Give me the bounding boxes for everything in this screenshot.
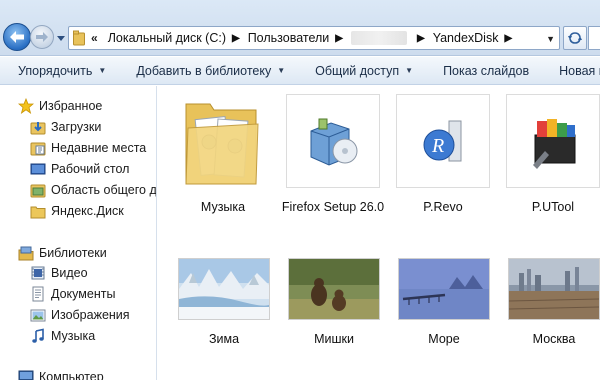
video-library-icon [30, 265, 46, 281]
desktop-icon [30, 161, 46, 177]
moscow-city-image [509, 259, 599, 319]
nav-computer[interactable]: Компьютер [18, 367, 104, 380]
photo-item-name: Мишки [314, 332, 354, 346]
photo-item-name: Зима [208, 332, 240, 346]
breadcrumb-yandexdisk[interactable]: YandexDisk [433, 31, 499, 45]
file-item-name: Музыка [200, 200, 246, 214]
organize-button[interactable]: Упорядочить ▼ [18, 57, 106, 84]
organize-label: Упорядочить [18, 63, 93, 78]
refresh-button[interactable] [563, 26, 587, 50]
photo-thumbnail [178, 258, 270, 320]
nav-documents[interactable]: Документы [30, 284, 115, 304]
address-path-box[interactable]: « Локальный диск (C:) ▶ Пользователи ▶ ▶… [68, 26, 560, 50]
breadcrumb-separator-icon[interactable]: ▶ [232, 33, 240, 44]
breadcrumb-local-disk[interactable]: Локальный диск (C:) [108, 31, 226, 45]
file-item-name: P.Revo [423, 200, 463, 214]
nav-video[interactable]: Видео [30, 263, 88, 283]
nav-music[interactable]: Музыка [30, 326, 95, 346]
file-list-pane[interactable]: Музыка Firefox Setup 26.0 R P.Revo P.UTo… [158, 86, 600, 380]
navigation-pane[interactable]: Избранное Загрузки Недавние места Рабочи… [0, 86, 157, 380]
nav-shared-area[interactable]: Область общего дс [30, 180, 157, 200]
share-button[interactable]: Общий доступ ▼ [315, 57, 413, 84]
share-label: Общий доступ [315, 63, 400, 78]
add-to-library-label: Добавить в библиотеку [136, 63, 272, 78]
breadcrumb-user-redacted[interactable] [350, 31, 407, 45]
nav-video-label: Видео [51, 266, 88, 280]
breadcrumb-separator-icon[interactable]: ▶ [504, 33, 512, 44]
new-folder-button[interactable]: Новая папк [559, 57, 600, 84]
nav-desktop[interactable]: Рабочий стол [30, 159, 129, 179]
downloads-folder-icon [30, 119, 46, 135]
libraries-icon [18, 245, 34, 261]
address-history-dropdown-icon[interactable]: ▼ [546, 34, 555, 44]
file-thumbnail-frame: R [396, 94, 490, 188]
folder-icon [30, 203, 46, 219]
winter-landscape-image [179, 259, 269, 319]
file-item-name: P.UTool [531, 200, 575, 214]
svg-text:R: R [431, 135, 444, 157]
add-to-library-button[interactable]: Добавить в библиотеку ▼ [136, 57, 285, 84]
photo-item-name: Море [428, 332, 460, 346]
photo-thumbnail [288, 258, 380, 320]
nav-recent-places-label: Недавние места [51, 141, 147, 155]
photo-item-name: Москва [532, 332, 576, 346]
file-item-name: Firefox Setup 26.0 [281, 200, 385, 214]
bears-image [289, 259, 379, 319]
nav-music-label: Музыка [51, 329, 96, 343]
chevron-down-icon: ▼ [277, 66, 286, 75]
chevron-down-icon: ▼ [98, 66, 107, 75]
nav-yandex-disk[interactable]: Яндекс.Диск [30, 201, 124, 221]
star-icon [18, 98, 34, 114]
slideshow-label: Показ слайдов [443, 63, 530, 78]
nav-documents-label: Документы [51, 287, 116, 301]
arrow-left-icon [10, 31, 24, 43]
documents-library-icon [30, 286, 46, 302]
file-thumbnail-frame [506, 94, 600, 188]
photo-thumbnail [508, 258, 600, 320]
nav-recent-places[interactable]: Недавние места [30, 138, 146, 158]
chevron-down-icon: ▼ [405, 66, 414, 75]
forward-button[interactable] [30, 25, 54, 49]
nav-images[interactable]: Изображения [30, 305, 130, 325]
folder-icon [73, 30, 85, 46]
music-note-icon [30, 328, 46, 344]
breadcrumb-separator-icon[interactable]: ▶ [417, 33, 425, 44]
nav-favorites-label: Избранное [39, 99, 103, 113]
recent-places-icon [30, 140, 46, 156]
search-input[interactable] [588, 26, 600, 50]
sea-pier-image [399, 259, 489, 319]
slideshow-button[interactable]: Показ слайдов [443, 57, 529, 84]
photo-thumbnail [398, 258, 490, 320]
installer-package-icon [310, 118, 358, 166]
nav-images-label: Изображения [51, 308, 130, 322]
shared-area-icon [30, 182, 46, 198]
address-bar-region: « Локальный диск (C:) ▶ Пользователи ▶ ▶… [0, 0, 600, 56]
nav-shared-area-label: Область общего дс [51, 183, 157, 197]
nav-yandex-disk-label: Яндекс.Диск [51, 204, 124, 218]
command-bar: Упорядочить ▼ Добавить в библиотеку ▼ Об… [0, 57, 600, 85]
nav-libraries[interactable]: Библиотеки [18, 243, 107, 263]
nav-desktop-label: Рабочий стол [51, 162, 130, 176]
images-library-icon [30, 307, 46, 323]
utool-toolbox-icon [533, 119, 576, 169]
new-folder-label: Новая папк [559, 63, 600, 78]
nav-libraries-label: Библиотеки [39, 246, 107, 260]
folder-icon [185, 103, 259, 185]
back-button[interactable] [3, 23, 31, 51]
refresh-icon [568, 32, 582, 44]
computer-icon [18, 369, 34, 380]
breadcrumb-separator-icon[interactable]: ▶ [335, 33, 343, 44]
nav-downloads-label: Загрузки [51, 120, 102, 134]
revo-uninstaller-icon: R [423, 120, 462, 162]
nav-computer-label: Компьютер [39, 370, 104, 380]
arrow-right-icon [36, 32, 48, 42]
recent-pages-dropdown-icon[interactable] [56, 34, 66, 42]
breadcrumb-overflow-chevron[interactable]: « [91, 31, 98, 45]
file-thumbnail-frame [286, 94, 380, 188]
breadcrumb-users[interactable]: Пользователи [248, 31, 330, 45]
nav-favorites[interactable]: Избранное [18, 96, 102, 116]
nav-downloads[interactable]: Загрузки [30, 117, 101, 137]
